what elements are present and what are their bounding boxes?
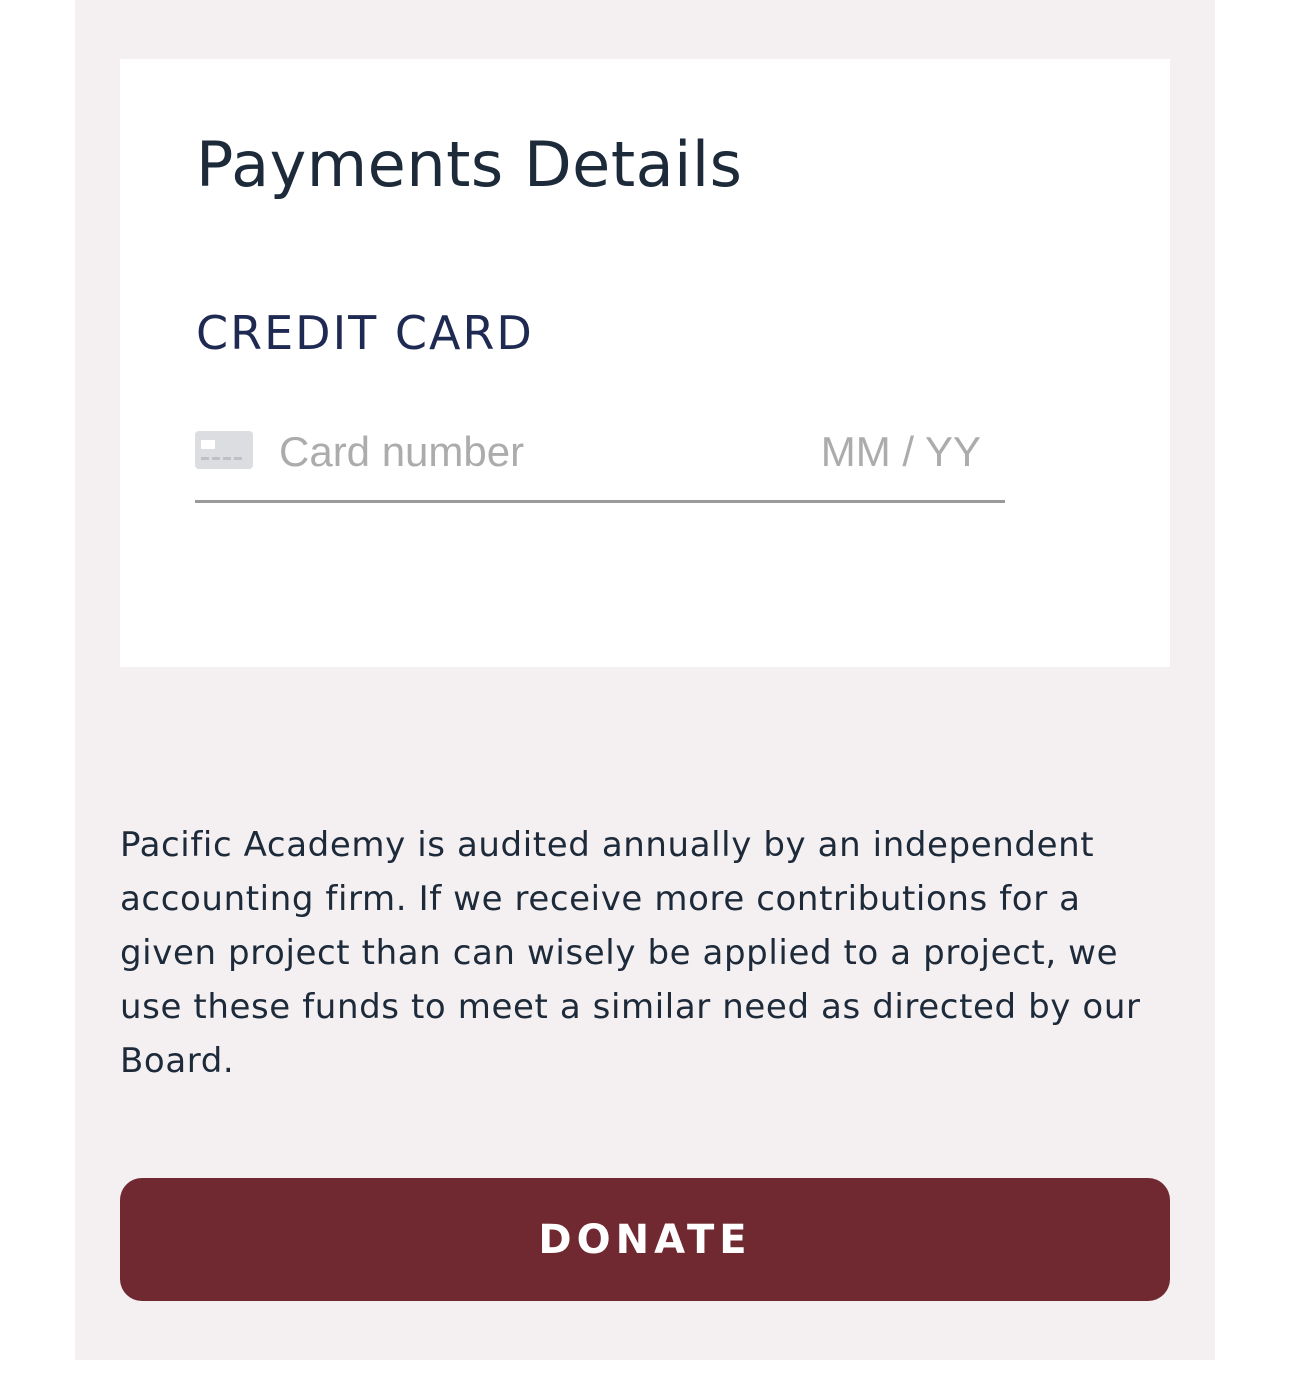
credit-card-heading: CREDIT CARD (196, 306, 534, 360)
card-number-input[interactable] (279, 424, 779, 480)
card-input-row (195, 420, 1005, 503)
page-title: Payments Details (196, 128, 743, 201)
credit-card-icon (195, 431, 253, 469)
donate-button[interactable]: DONATE (120, 1178, 1170, 1301)
audit-disclaimer: Pacific Academy is audited annually by a… (120, 825, 1141, 1081)
expiry-date-input[interactable] (801, 424, 981, 480)
donation-panel: Payments Details CREDIT CARD Pacific Aca… (75, 0, 1215, 1360)
